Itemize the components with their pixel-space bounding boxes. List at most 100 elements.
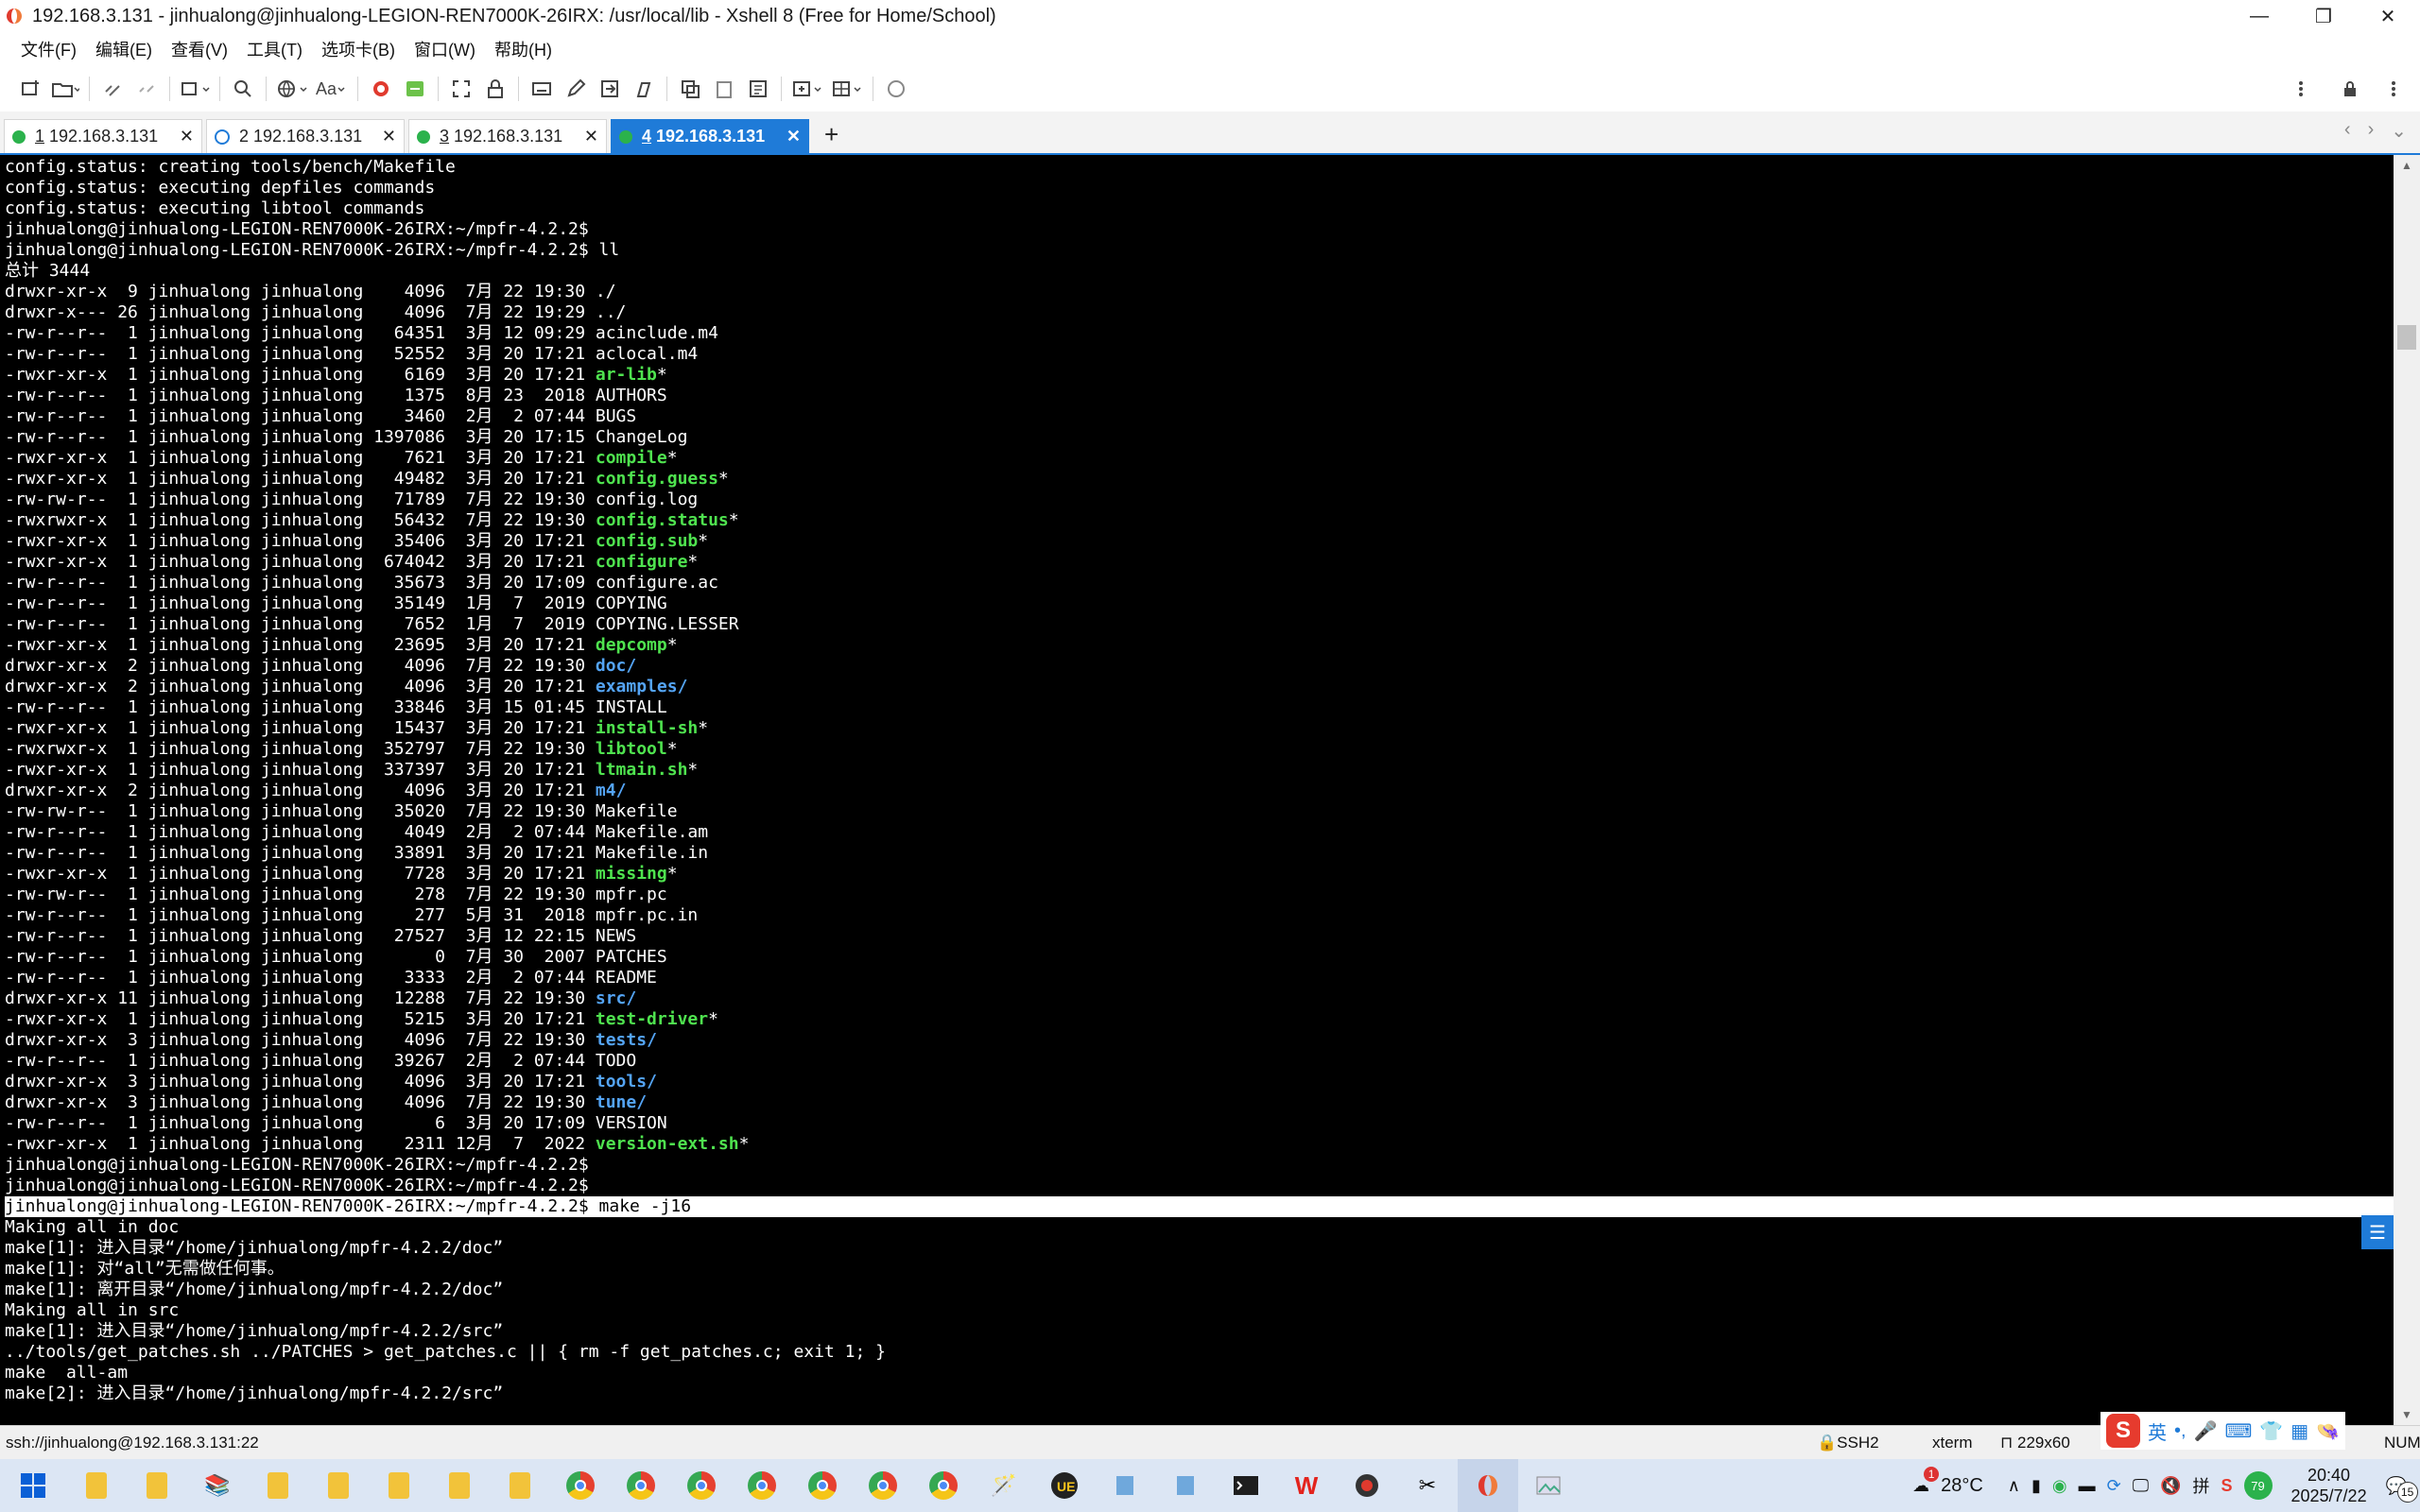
taskbar-chrome-app[interactable] <box>671 1459 732 1512</box>
taskbar-chrome-app[interactable] <box>913 1459 974 1512</box>
fullscreen-icon[interactable] <box>448 74 475 104</box>
close-tab-icon[interactable]: ✕ <box>584 127 598 146</box>
new-session-icon[interactable] <box>17 74 43 104</box>
taskbar-photos-app[interactable] <box>1518 1459 1579 1512</box>
taskbar-chrome-app[interactable] <box>550 1459 611 1512</box>
terminal-scrollbar[interactable]: ▲ ▼ <box>2394 155 2420 1425</box>
taskbar-app[interactable]: ✂ <box>1397 1459 1458 1512</box>
scrollbar-thumb[interactable] <box>2397 325 2416 350</box>
keyboard-icon[interactable]: ⌨ <box>2224 1419 2252 1443</box>
tab-scroll-left-icon[interactable]: ‹ <box>2344 119 2351 143</box>
taskbar-folder-app[interactable] <box>66 1459 127 1512</box>
menu-edit[interactable]: 编辑(E) <box>88 37 160 61</box>
maximize-button[interactable]: ❐ <box>2291 0 2356 32</box>
show-hidden-icons-icon[interactable]: ∧ <box>2008 1476 2020 1496</box>
taskbar-folder-app[interactable] <box>490 1459 550 1512</box>
close-tab-icon[interactable]: ✕ <box>786 127 801 146</box>
xshell-icon[interactable] <box>368 74 394 104</box>
chat-icon[interactable] <box>883 74 909 104</box>
open-folder-icon[interactable] <box>51 74 79 104</box>
terminal-view[interactable]: config.status: creating tools/bench/Make… <box>0 155 2394 1425</box>
taskbar-notebook-app[interactable] <box>1095 1459 1155 1512</box>
disconnect-icon[interactable] <box>133 74 160 104</box>
menu-tools[interactable]: 工具(T) <box>239 37 310 61</box>
lock-session-icon[interactable] <box>2337 74 2363 104</box>
script-icon[interactable] <box>631 74 657 104</box>
taskbar-app[interactable] <box>1337 1459 1397 1512</box>
taskbar-folder-app[interactable] <box>369 1459 429 1512</box>
compose-bar-icon[interactable]: ☰ <box>2361 1215 2394 1249</box>
taskbar-folder-app[interactable] <box>248 1459 308 1512</box>
transfer-icon[interactable] <box>596 74 623 104</box>
taskbar-folder-app[interactable] <box>429 1459 490 1512</box>
close-tab-icon[interactable]: ✕ <box>180 127 194 146</box>
tab-session-1[interactable]: 1 192.168.3.131 ✕ <box>4 119 202 153</box>
start-button[interactable] <box>0 1459 66 1512</box>
taskbar-tool-app[interactable]: 🪄 <box>974 1459 1034 1512</box>
ime-punctuation-icon[interactable]: •, <box>2174 1420 2187 1442</box>
taskbar-chrome-app[interactable] <box>611 1459 671 1512</box>
sync-icon[interactable]: ⟳ <box>2107 1476 2121 1496</box>
taskbar-chrome-app[interactable] <box>792 1459 853 1512</box>
minimize-button[interactable]: — <box>2227 0 2291 32</box>
taskbar-folder-app[interactable] <box>308 1459 369 1512</box>
taskbar-app[interactable]: 📚 <box>187 1459 248 1512</box>
layout-icon[interactable] <box>831 74 863 104</box>
microphone-icon[interactable]: 🎤 <box>2194 1419 2218 1443</box>
taskbar-wps-app[interactable]: W <box>1276 1459 1337 1512</box>
tab-session-3[interactable]: 3 192.168.3.131 ✕ <box>408 119 607 153</box>
close-button[interactable]: ✕ <box>2356 0 2420 32</box>
taskbar-chrome-app[interactable] <box>732 1459 792 1512</box>
xftp-icon[interactable] <box>402 74 428 104</box>
tab-session-2[interactable]: 2 192.168.3.131 ✕ <box>206 119 405 153</box>
reconnect-icon[interactable] <box>180 74 210 104</box>
wechat-icon[interactable]: ◉ <box>2052 1476 2067 1496</box>
battery-indicator[interactable]: 79 <box>2243 1471 2273 1500</box>
compose-pen-icon[interactable] <box>562 74 589 104</box>
menu-window[interactable]: 窗口(W) <box>406 37 483 61</box>
search-icon[interactable] <box>230 74 256 104</box>
clock[interactable]: 20:40 2025/7/22 <box>2291 1465 2367 1506</box>
tab-session-4[interactable]: 4 192.168.3.131 ✕ <box>611 119 809 153</box>
globe-icon[interactable] <box>276 74 308 104</box>
taskbar-notebook-app[interactable] <box>1155 1459 1216 1512</box>
tab-list-icon[interactable]: ⌄ <box>2391 119 2407 143</box>
close-tab-icon[interactable]: ✕ <box>382 127 396 146</box>
menu-file[interactable]: 文件(F) <box>13 37 84 61</box>
toolbar-overflow-icon[interactable] <box>2380 74 2407 104</box>
sogou-ime-logo[interactable]: S <box>2106 1414 2140 1448</box>
more-options-icon[interactable] <box>2288 74 2314 104</box>
menu-view[interactable]: 查看(V) <box>164 37 235 61</box>
menu-tab[interactable]: 选项卡(B) <box>314 37 403 61</box>
taskbar-folder-app[interactable] <box>127 1459 187 1512</box>
taskbar-ultraedit-app[interactable]: UE <box>1034 1459 1095 1512</box>
log-icon[interactable] <box>745 74 771 104</box>
connect-icon[interactable] <box>99 74 126 104</box>
copy-icon[interactable] <box>677 74 703 104</box>
add-tab-icon[interactable]: + <box>824 120 838 149</box>
weather-temperature[interactable]: 28°C <box>1941 1475 1983 1497</box>
tray-app-icon[interactable]: ▮ <box>2031 1476 2041 1496</box>
toolbox-icon[interactable]: ▦ <box>2290 1419 2308 1443</box>
weather-icon[interactable]: ☁ 1 <box>1912 1466 1940 1496</box>
notification-center-icon[interactable]: 💬 15 <box>2386 1476 2418 1503</box>
menu-help[interactable]: 帮助(H) <box>487 37 560 61</box>
skin-icon[interactable]: 👕 <box>2259 1419 2283 1443</box>
ime-settings-icon[interactable]: 👒 <box>2316 1419 2340 1443</box>
tray-app-icon[interactable]: ▬ <box>2079 1476 2096 1496</box>
paste-icon[interactable] <box>711 74 737 104</box>
taskbar-terminal-app[interactable] <box>1216 1459 1276 1512</box>
ime-language[interactable]: 英 <box>2148 1418 2167 1445</box>
scroll-down-icon[interactable]: ▼ <box>2394 1404 2420 1425</box>
taskbar-xshell-app[interactable] <box>1458 1459 1518 1512</box>
ime-toolbar[interactable]: S 英 •, 🎤 ⌨ 👕 ▦ 👒 <box>2100 1412 2346 1450</box>
font-icon[interactable]: Aa <box>316 74 348 104</box>
volume-icon[interactable]: 🔇 <box>2160 1476 2181 1496</box>
lock-icon[interactable] <box>482 74 509 104</box>
new-tab-icon[interactable] <box>791 74 823 104</box>
taskbar-chrome-app[interactable] <box>853 1459 913 1512</box>
scroll-up-icon[interactable]: ▲ <box>2394 155 2420 176</box>
sogou-tray-icon[interactable]: S <box>2221 1476 2232 1496</box>
ime-tray-icon[interactable]: 拼 <box>2192 1473 2209 1498</box>
keyboard-icon[interactable] <box>528 74 555 104</box>
